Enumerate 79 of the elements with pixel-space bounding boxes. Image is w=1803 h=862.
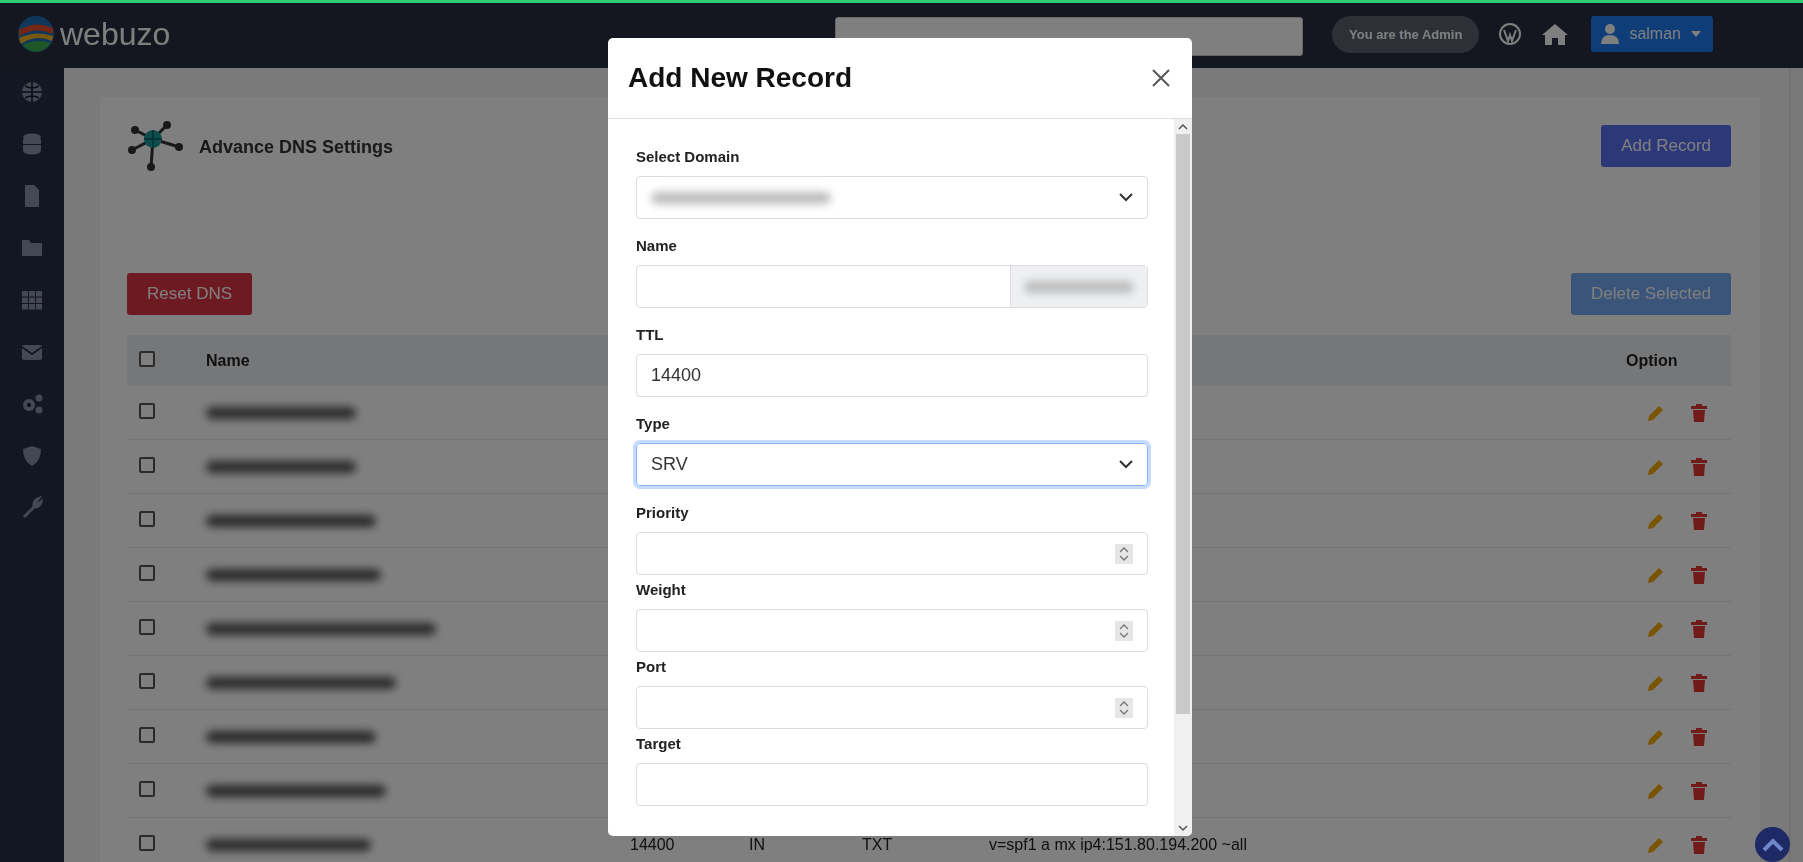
- field-label: Type: [636, 415, 671, 432]
- trash-icon[interactable]: [1691, 511, 1707, 530]
- select-all-checkbox[interactable]: [139, 350, 155, 367]
- pencil-icon[interactable]: [1647, 511, 1665, 530]
- close-icon[interactable]: [1152, 69, 1170, 87]
- table-cell-text: IN: [749, 835, 766, 854]
- home-icon[interactable]: [1541, 22, 1570, 46]
- trash-icon[interactable]: [1691, 619, 1707, 638]
- pencil-icon[interactable]: [1647, 619, 1665, 638]
- trash-icon[interactable]: [1691, 727, 1707, 746]
- gears-icon[interactable]: [20, 392, 44, 416]
- spinner-icon[interactable]: [1115, 697, 1133, 718]
- column-header: Option: [1625, 351, 1679, 370]
- logo-text: webuzo: [60, 15, 171, 53]
- chevron-up-icon: [1178, 123, 1188, 130]
- admin-badge: You are the Admin: [1332, 15, 1480, 53]
- select-field[interactable]: [636, 176, 1148, 219]
- database-icon[interactable]: [20, 132, 44, 156]
- spinner-icon[interactable]: [1115, 620, 1133, 641]
- shield-icon[interactable]: [20, 444, 44, 468]
- user-icon: [1601, 24, 1620, 44]
- network-icon: [127, 121, 185, 173]
- row-checkbox[interactable]: [139, 456, 155, 473]
- chevron-down-icon: [1119, 460, 1133, 469]
- dialog-title: Add New Record: [628, 62, 853, 94]
- trash-icon[interactable]: [1691, 457, 1707, 476]
- chevron-up-icon: [1761, 837, 1784, 852]
- row-checkbox[interactable]: [139, 834, 155, 851]
- pencil-icon[interactable]: [1647, 673, 1665, 692]
- number-field[interactable]: [636, 686, 1148, 729]
- select-field[interactable]: SRV: [636, 443, 1148, 486]
- grid-icon[interactable]: [20, 288, 44, 312]
- input-field[interactable]: [636, 265, 1148, 308]
- add-record-button[interactable]: Add Record: [1601, 125, 1731, 167]
- page-title: Advance DNS Settings: [199, 136, 394, 158]
- pencil-icon[interactable]: [1647, 781, 1665, 800]
- row-checkbox[interactable]: [139, 672, 155, 689]
- pencil-icon[interactable]: [1647, 565, 1665, 584]
- caret-icon: [1691, 31, 1701, 37]
- trash-icon[interactable]: [1691, 781, 1707, 800]
- field-label: Port: [636, 658, 667, 675]
- field-label: Weight: [636, 581, 687, 598]
- field-label: Name: [636, 237, 678, 254]
- spinner-icon[interactable]: [1115, 543, 1133, 564]
- user-menu-button[interactable]: salman: [1591, 16, 1713, 52]
- scrollbar[interactable]: [1174, 119, 1192, 836]
- row-checkbox[interactable]: [139, 564, 155, 581]
- pencil-icon[interactable]: [1647, 727, 1665, 746]
- number-field[interactable]: [636, 532, 1148, 575]
- number-field[interactable]: [636, 609, 1148, 652]
- wrench-icon[interactable]: [20, 496, 44, 520]
- table-cell: v=spf1 a mx ip4:151.80.194.200 ~all: [989, 835, 1247, 854]
- input-field[interactable]: 14400: [636, 354, 1148, 397]
- table-cell-text: 14400: [630, 835, 676, 854]
- trash-icon[interactable]: [1691, 565, 1707, 584]
- field-label: Target: [636, 735, 682, 752]
- trash-icon[interactable]: [1691, 835, 1707, 854]
- row-checkbox[interactable]: [139, 402, 155, 419]
- logo-icon: [16, 14, 56, 54]
- row-checkbox[interactable]: [139, 510, 155, 527]
- pencil-icon[interactable]: [1647, 457, 1665, 476]
- table-cell-text: TXT: [862, 835, 894, 854]
- row-checkbox[interactable]: [139, 726, 155, 743]
- pencil-icon[interactable]: [1647, 403, 1665, 422]
- trash-icon[interactable]: [1691, 403, 1707, 422]
- trash-icon[interactable]: [1691, 673, 1707, 692]
- wordpress-icon[interactable]: [1499, 23, 1522, 45]
- column-header: Name: [205, 351, 251, 370]
- pencil-icon[interactable]: [1647, 835, 1665, 854]
- row-checkbox[interactable]: [139, 618, 155, 635]
- field-label: Priority: [636, 504, 690, 521]
- chevron-down-icon: [1178, 825, 1188, 832]
- reset-dns-button[interactable]: Reset DNS: [127, 273, 253, 315]
- chevron-down-icon: [1119, 193, 1133, 202]
- field-label: TTL: [636, 326, 665, 343]
- globe-icon[interactable]: [20, 80, 44, 104]
- field-label: Select Domain: [636, 148, 741, 165]
- row-checkbox[interactable]: [139, 780, 155, 797]
- input-field[interactable]: [636, 763, 1148, 806]
